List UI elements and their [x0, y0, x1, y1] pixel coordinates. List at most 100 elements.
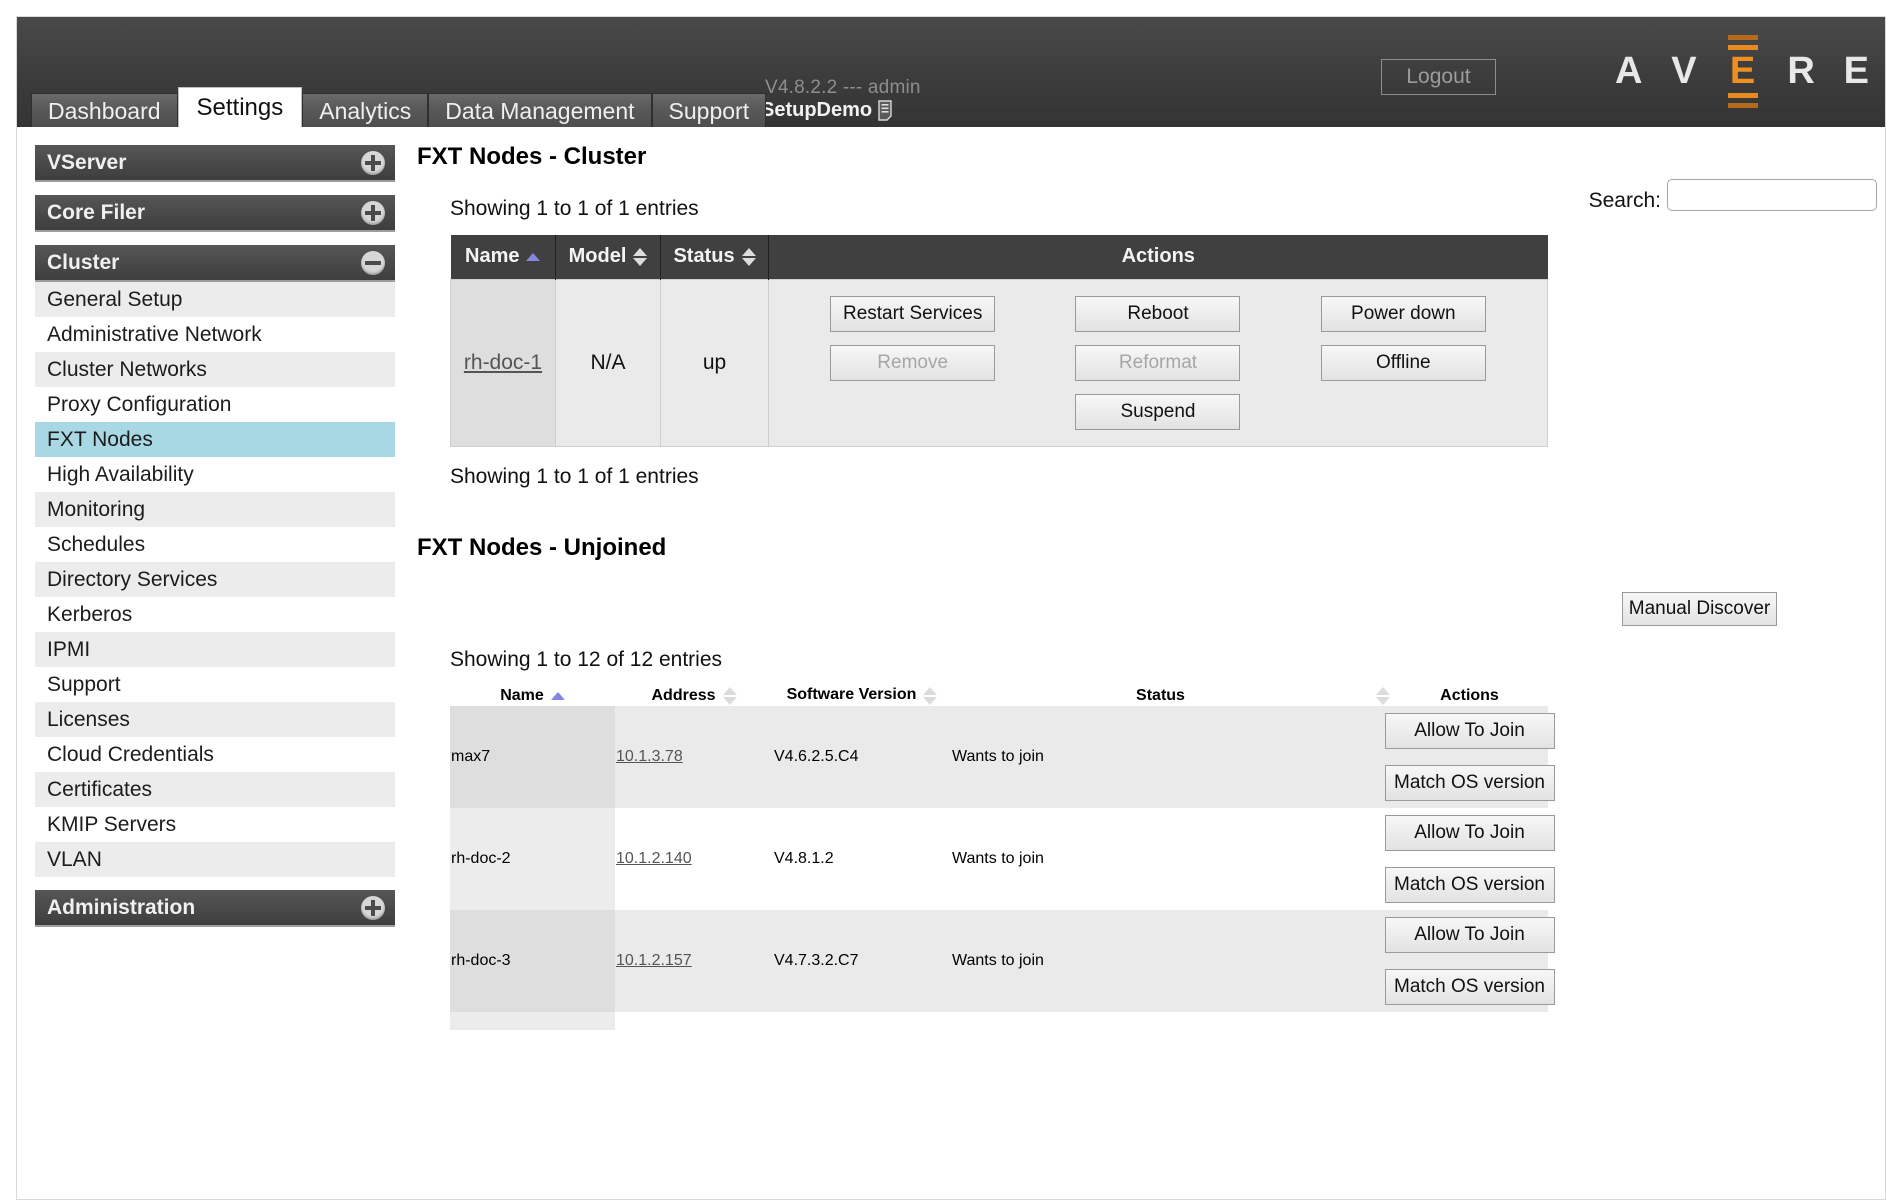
allow-to-join-button[interactable]: Allow To Join: [1385, 815, 1555, 851]
col-header-software-version[interactable]: Software Version: [773, 686, 951, 706]
sidebar-item-kmip-servers[interactable]: KMIP Servers: [35, 807, 395, 842]
sort-asc-icon[interactable]: [526, 253, 540, 261]
sidebar-item-cluster-networks[interactable]: Cluster Networks: [35, 352, 395, 387]
col-header-model[interactable]: Model: [556, 235, 661, 279]
logo-letter-a: A: [1615, 50, 1643, 93]
cell-software-version: [773, 1012, 951, 1030]
match-os-version-button[interactable]: Match OS version: [1385, 867, 1555, 903]
col-header-actions-label: Actions: [1122, 245, 1195, 268]
unjoined-action-buttons: Allow To Join Match OS version: [1392, 809, 1547, 909]
tab-data-management[interactable]: Data Management: [428, 93, 651, 127]
restart-services-button[interactable]: Restart Services: [830, 296, 995, 332]
sidebar-item-kerberos[interactable]: Kerberos: [35, 597, 395, 632]
cluster-node-action-buttons: Restart Services Reboot Power down Remov…: [781, 290, 1535, 436]
col-header-status[interactable]: Status: [951, 686, 1391, 706]
cell-node-address: 10.1.2.157: [615, 910, 773, 1012]
sort-toggle-icon[interactable]: [723, 687, 737, 705]
sidebar-item-support[interactable]: Support: [35, 667, 395, 702]
sort-toggle-icon[interactable]: [742, 248, 756, 266]
node-name-link[interactable]: rh-doc-1: [464, 351, 542, 374]
remove-button: Remove: [830, 345, 995, 381]
offline-button[interactable]: Offline: [1321, 345, 1486, 381]
plus-circle-icon[interactable]: [361, 896, 385, 920]
cell-node-address: 10.1.2.140: [615, 808, 773, 910]
sidebar-item-high-availability[interactable]: High Availability: [35, 457, 395, 492]
sort-toggle-icon[interactable]: [633, 248, 647, 266]
col-header-actions: Actions: [1391, 686, 1548, 706]
cell-node-name: [450, 1012, 615, 1030]
sidebar-group-cluster[interactable]: Cluster: [35, 245, 395, 282]
main-content: FXT Nodes - Cluster Search: Showing 1 to…: [417, 137, 1877, 1199]
sort-toggle-icon[interactable]: [923, 687, 937, 705]
sidebar-item-administrative-network[interactable]: Administrative Network: [35, 317, 395, 352]
col-header-software-version-label: Software Version: [787, 687, 917, 704]
tab-dashboard[interactable]: Dashboard: [31, 93, 178, 127]
col-header-name[interactable]: Name: [450, 686, 615, 706]
col-header-name[interactable]: Name: [451, 235, 556, 279]
sidebar-item-directory-services[interactable]: Directory Services: [35, 562, 395, 597]
sidebar-group-administration[interactable]: Administration: [35, 890, 395, 927]
sidebar-group-core-filer-label: Core Filer: [47, 201, 361, 225]
search-label: Search:: [1589, 189, 1661, 213]
match-os-version-button[interactable]: Match OS version: [1385, 765, 1555, 801]
logout-button[interactable]: Logout: [1381, 59, 1496, 95]
logo-letter-v: V: [1671, 50, 1697, 93]
sidebar-item-proxy-configuration[interactable]: Proxy Configuration: [35, 387, 395, 422]
col-header-name-label: Name: [465, 245, 519, 268]
cell-node-status: [951, 1012, 1391, 1030]
sort-asc-icon[interactable]: [551, 692, 565, 700]
allow-to-join-button[interactable]: Allow To Join: [1385, 917, 1555, 953]
suspend-button[interactable]: Suspend: [1075, 394, 1240, 430]
sort-toggle-icon[interactable]: [1376, 687, 1390, 705]
manual-discover-button[interactable]: Manual Discover: [1622, 592, 1777, 626]
cluster-table-header-row: Name Model: [451, 235, 1548, 279]
tab-settings[interactable]: Settings: [178, 87, 303, 127]
cell-node-status: Wants to join: [951, 808, 1391, 910]
logo-bar-1: [1728, 35, 1758, 40]
col-header-status-label: Status: [673, 245, 734, 268]
tab-analytics[interactable]: Analytics: [302, 93, 428, 127]
table-row: rh-doc-2 10.1.2.140 V4.8.1.2 Wants to jo…: [450, 808, 1548, 910]
cell-node-actions: Allow To Join Match OS version: [1391, 706, 1548, 808]
allow-to-join-button[interactable]: Allow To Join: [1385, 713, 1555, 749]
power-down-button[interactable]: Power down: [1321, 296, 1486, 332]
col-header-status-label: Status: [952, 687, 1369, 705]
sidebar-group-core-filer[interactable]: Core Filer: [35, 195, 395, 232]
sidebar-item-vlan[interactable]: VLAN: [35, 842, 395, 877]
sidebar-item-ipmi[interactable]: IPMI: [35, 632, 395, 667]
minus-circle-icon[interactable]: [361, 251, 385, 275]
sidebar-item-general-setup[interactable]: General Setup: [35, 282, 395, 317]
sidebar-item-monitoring[interactable]: Monitoring: [35, 492, 395, 527]
col-header-address-label: Address: [651, 687, 715, 705]
sidebar-group-cluster-label: Cluster: [47, 251, 361, 275]
reboot-button[interactable]: Reboot: [1075, 296, 1240, 332]
match-os-version-button[interactable]: Match OS version: [1385, 969, 1555, 1005]
cell-node-status: up: [661, 279, 769, 446]
col-header-status[interactable]: Status: [661, 235, 769, 279]
sidebar-group-vserver-label: VServer: [47, 151, 361, 175]
avere-logo: A V E R E: [1615, 41, 1870, 101]
col-header-address[interactable]: Address: [615, 686, 773, 706]
node-address-link[interactable]: 10.1.2.157: [616, 952, 692, 969]
table-row: rh-doc-1 N/A up Restart Services Reboot …: [451, 279, 1548, 446]
sidebar-group-vserver[interactable]: VServer: [35, 145, 395, 182]
sidebar-item-cloud-credentials[interactable]: Cloud Credentials: [35, 737, 395, 772]
tab-support[interactable]: Support: [652, 93, 767, 127]
sidebar-item-fxt-nodes[interactable]: FXT Nodes: [35, 422, 395, 457]
node-address-link[interactable]: 10.1.2.140: [616, 850, 692, 867]
page-body: VServer Core Filer Cluster General Setup…: [17, 127, 1885, 1199]
cluster-entries-bottom: Showing 1 to 1 of 1 entries: [450, 465, 1877, 489]
plus-circle-icon[interactable]: [361, 201, 385, 225]
node-address-link[interactable]: 10.1.3.78: [616, 748, 683, 765]
plus-circle-icon[interactable]: [361, 151, 385, 175]
sidebar-item-schedules[interactable]: Schedules: [35, 527, 395, 562]
cell-node-actions: Allow To Join Match OS version: [1391, 808, 1548, 910]
document-icon[interactable]: [878, 100, 895, 121]
cell-node-actions: [1391, 1012, 1548, 1030]
cluster-section-title: FXT Nodes - Cluster: [417, 143, 1877, 171]
sidebar-item-licenses[interactable]: Licenses: [35, 702, 395, 737]
sidebar-item-certificates[interactable]: Certificates: [35, 772, 395, 807]
main-tab-bar: Dashboard Settings Analytics Data Manage…: [31, 91, 766, 127]
unjoined-section-title: FXT Nodes - Unjoined: [417, 534, 1877, 562]
search-input[interactable]: [1667, 179, 1877, 211]
